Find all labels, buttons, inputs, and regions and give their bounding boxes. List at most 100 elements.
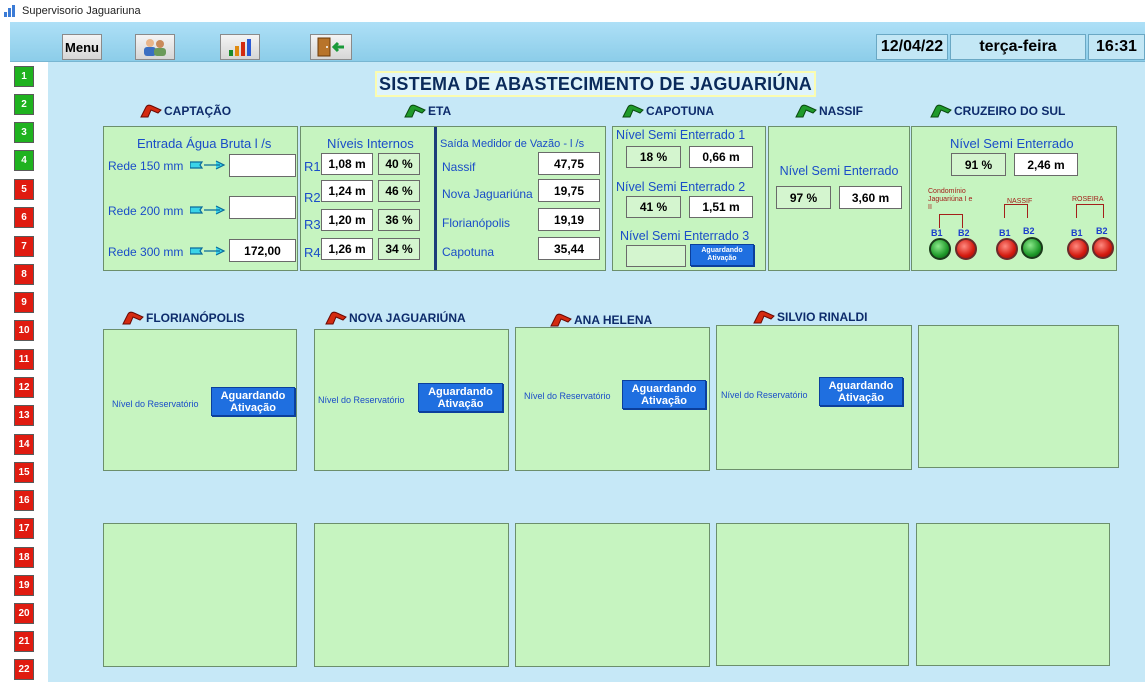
eta-level-label: R4 xyxy=(304,245,321,260)
saida-value: 19,19 xyxy=(538,208,600,231)
eta-level-pct: 34 % xyxy=(378,238,420,260)
cruzeiro-header: CRUZEIRO DO SUL xyxy=(930,104,1065,118)
sidebar-item-21[interactable]: 21 xyxy=(14,631,34,652)
eta-divider xyxy=(434,127,437,270)
sidebar-item-1[interactable]: 1 xyxy=(14,66,34,87)
sidebar-item-22[interactable]: 22 xyxy=(14,659,34,680)
reservoir-label: Nível do Reservatório xyxy=(318,395,405,405)
saida-value: 19,75 xyxy=(538,179,600,202)
eta-level-value: 1,08 m xyxy=(321,153,373,175)
capotuna-level-label: Nível Semi Enterrado 2 xyxy=(616,180,746,194)
sidebar-item-19[interactable]: 19 xyxy=(14,575,34,596)
capotuna-level-pct: 41 % xyxy=(626,196,681,218)
pump-label: B1 xyxy=(1071,228,1083,238)
saida-label: Nassif xyxy=(442,160,476,174)
reservoir-title: FLORIANÓPOLIS xyxy=(146,311,245,325)
nassif-level-label: Nível Semi Enterrado xyxy=(779,164,899,178)
pump-status-red[interactable] xyxy=(1092,237,1114,259)
sidebar-item-13[interactable]: 13 xyxy=(14,405,34,426)
sidebar-item-16[interactable]: 16 xyxy=(14,490,34,511)
eta-level-label: R1 xyxy=(304,159,321,174)
bar-chart-icon[interactable] xyxy=(220,34,260,60)
pump-status-green[interactable] xyxy=(929,238,951,260)
exit-door-icon[interactable] xyxy=(310,34,352,60)
sidebar-item-6[interactable]: 6 xyxy=(14,207,34,228)
sidebar-item-14[interactable]: 14 xyxy=(14,434,34,455)
arrow-right-icon xyxy=(190,205,226,215)
capotuna-level-pct xyxy=(626,245,686,267)
nova-jaguariuna-header: NOVA JAGUARIÚNA xyxy=(325,311,466,325)
eta-header: ETA xyxy=(404,104,451,118)
sidebar-item-8[interactable]: 8 xyxy=(14,264,34,285)
eta-level-pct: 36 % xyxy=(378,209,420,231)
users-icon[interactable] xyxy=(135,34,175,60)
pump-label: B1 xyxy=(931,228,943,238)
sidebar-item-15[interactable]: 15 xyxy=(14,462,34,483)
florianopolis-header: FLORIANÓPOLIS xyxy=(122,311,245,325)
cruzeiro-title: CRUZEIRO DO SUL xyxy=(954,104,1066,118)
group-label: Condomínio Jaguariúna I e II xyxy=(928,188,973,211)
sidebar: 1 2 3 4 5 6 7 8 9 10 11 12 13 14 15 16 17 18 19 20 21 22 xyxy=(0,62,48,682)
pump-status-red[interactable] xyxy=(955,238,977,260)
captacao-value xyxy=(229,154,296,177)
toolbar: Menu 12/04/22 terça-feira 16:31 xyxy=(10,22,1145,62)
eta-level-value: 1,20 m xyxy=(321,209,373,231)
captacao-row-label: Rede 150 mm xyxy=(108,159,184,173)
capotuna-level-label: Nível Semi Enterrado 3 xyxy=(620,229,750,243)
sidebar-item-17[interactable]: 17 xyxy=(14,518,34,539)
capotuna-level-value: 0,66 m xyxy=(689,146,753,168)
aguardando-ativacao-button[interactable]: Aguardando Ativação xyxy=(690,244,754,266)
cruzeiro-level-value: 2,46 m xyxy=(1014,153,1078,176)
capotuna-level-label: Nível Semi Enterrado 1 xyxy=(616,128,746,142)
captacao-subtitle: Entrada Água Bruta l /s xyxy=(137,136,272,151)
sidebar-item-7[interactable]: 7 xyxy=(14,236,34,257)
menu-button[interactable]: Menu xyxy=(62,34,102,60)
date-display: 12/04/22 xyxy=(876,34,948,60)
pump-icon xyxy=(140,104,162,118)
window-title-bar: Supervisorio Jaguariuna xyxy=(0,0,1145,22)
sidebar-item-4[interactable]: 4 xyxy=(14,150,34,171)
sidebar-item-12[interactable]: 12 xyxy=(14,377,34,398)
ana-helena-header: ANA HELENA xyxy=(550,313,652,327)
eta-title: ETA xyxy=(428,104,452,118)
sidebar-item-9[interactable]: 9 xyxy=(14,292,34,313)
eta-level-pct: 40 % xyxy=(378,153,420,175)
sidebar-item-2[interactable]: 2 xyxy=(14,94,34,115)
saida-label: Nova Jaguariúna xyxy=(442,187,533,201)
weekday-display: terça-feira xyxy=(950,34,1086,60)
pump-status-red[interactable] xyxy=(1067,238,1089,260)
window-title: Supervisorio Jaguariuna xyxy=(22,5,141,17)
sidebar-item-10[interactable]: 10 xyxy=(14,320,34,341)
nassif-title: NASSIF xyxy=(819,104,864,118)
group-bracket xyxy=(1076,204,1104,218)
pump-status-red[interactable] xyxy=(996,238,1018,260)
aguardando-ativacao-button[interactable]: Aguardando Ativação xyxy=(211,387,295,416)
aguardando-ativacao-button[interactable]: Aguardando Ativação xyxy=(819,377,903,406)
captacao-row-label: Rede 200 mm xyxy=(108,204,184,218)
reservoir-title: ANA HELENA xyxy=(574,313,653,327)
pump-status-green[interactable] xyxy=(1021,237,1043,259)
sidebar-item-18[interactable]: 18 xyxy=(14,547,34,568)
sidebar-item-3[interactable]: 3 xyxy=(14,122,34,143)
captacao-row-label: Rede 300 mm xyxy=(108,245,184,259)
nassif-header: NASSIF xyxy=(795,104,863,118)
pump-icon xyxy=(622,104,644,118)
sidebar-item-11[interactable]: 11 xyxy=(14,349,34,370)
sidebar-item-20[interactable]: 20 xyxy=(14,603,34,624)
aguardando-ativacao-button[interactable]: Aguardando Ativação xyxy=(622,380,706,409)
saida-label: Florianópolis xyxy=(442,216,511,230)
sidebar-item-5[interactable]: 5 xyxy=(14,179,34,200)
reservoir-title: NOVA JAGUARIÚNA xyxy=(349,311,466,325)
pump-icon xyxy=(404,104,426,118)
aguardando-ativacao-button[interactable]: Aguardando Ativação xyxy=(418,383,503,412)
cruzeiro-level-label: Nível Semi Enterrado xyxy=(950,136,1074,151)
captacao-value xyxy=(229,196,296,219)
pump-label: B2 xyxy=(958,228,970,238)
pump-icon xyxy=(795,104,817,118)
eta-level-value: 1,24 m xyxy=(321,180,373,202)
arrow-right-icon xyxy=(190,246,226,256)
captacao-header: CAPTAÇÃO xyxy=(140,104,231,118)
saida-label: Capotuna xyxy=(442,245,495,259)
empty-panel xyxy=(103,523,297,667)
capotuna-header: CAPOTUNA xyxy=(622,104,714,118)
